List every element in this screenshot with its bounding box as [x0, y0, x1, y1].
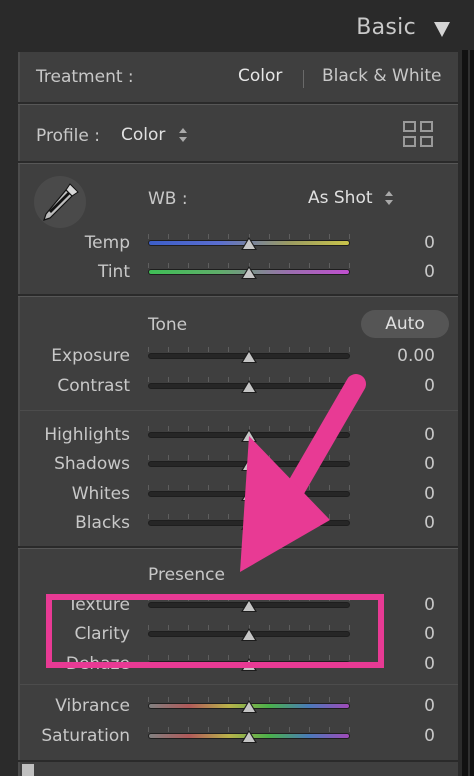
slider-label: Whites — [71, 484, 130, 504]
divider — [18, 410, 458, 411]
profile-dropdown[interactable]: Color — [121, 125, 165, 145]
slider-label: Temp — [84, 233, 130, 253]
presence-title: Presence — [148, 565, 225, 585]
divider — [18, 163, 458, 164]
slider-value[interactable]: 0 — [355, 233, 435, 253]
slider-value[interactable]: 0 — [355, 726, 435, 746]
slider-thumb-fill — [243, 460, 255, 470]
slider-value[interactable]: 0 — [355, 513, 435, 533]
slider-value[interactable]: 0 — [355, 696, 435, 716]
divider — [18, 104, 458, 105]
auto-tone-button[interactable]: Auto — [361, 310, 449, 338]
slider-thumb-fill — [243, 352, 255, 362]
divider — [18, 548, 458, 549]
treatment-color-option[interactable]: Color — [238, 66, 282, 86]
annotation-highlight-box — [46, 594, 384, 668]
treatment-label: Treatment : — [36, 67, 134, 87]
slider-thumb-fill — [243, 382, 255, 392]
wb-updown-icon[interactable] — [384, 190, 394, 206]
slider-thumb-fill — [243, 239, 255, 249]
slider-thumb-fill — [243, 431, 255, 441]
slider-label: Blacks — [75, 513, 130, 533]
profile-label: Profile : — [36, 126, 100, 146]
scrollbar-line — [468, 50, 470, 776]
profile-updown-icon[interactable] — [178, 127, 188, 143]
slider-value[interactable]: 0 — [355, 262, 435, 282]
slider-thumb-fill — [243, 732, 255, 742]
slider-label: Exposure — [51, 346, 130, 366]
wb-label: WB : — [148, 189, 188, 209]
slider-value[interactable]: 0 — [355, 376, 435, 396]
slider-value[interactable]: 0 — [355, 454, 435, 474]
slider-label: Contrast — [57, 376, 130, 396]
slider-thumb-fill — [243, 268, 255, 278]
slider-thumb-fill — [243, 490, 255, 500]
slider-thumb-fill — [243, 702, 255, 712]
slider-value[interactable]: 0 — [355, 484, 435, 504]
slider-label: Shadows — [54, 454, 130, 474]
eyedropper-icon — [43, 183, 79, 221]
divider — [18, 50, 458, 52]
slider-value[interactable]: 0 — [355, 425, 435, 445]
slider-label: Saturation — [41, 726, 130, 746]
slider-thumb-fill — [243, 519, 255, 529]
bottom-handle[interactable] — [22, 764, 34, 776]
panel-header[interactable]: Basic — [0, 0, 474, 50]
slider-label: Highlights — [44, 425, 130, 445]
panel-title: Basic — [356, 15, 416, 40]
slider-value[interactable]: 0.00 — [355, 346, 435, 366]
white-balance-selector[interactable] — [34, 176, 86, 228]
slider-label: Tint — [97, 262, 130, 282]
profile-browser-icon[interactable] — [403, 121, 435, 149]
slider-label: Vibrance — [55, 696, 130, 716]
divider — [18, 684, 458, 685]
treatment-divider — [303, 70, 304, 88]
tone-title: Tone — [148, 315, 188, 335]
collapse-triangle-icon[interactable] — [434, 22, 450, 37]
treatment-bw-option[interactable]: Black & White — [322, 66, 442, 86]
divider — [18, 760, 458, 762]
divider — [18, 296, 458, 297]
wb-dropdown[interactable]: As Shot — [308, 188, 373, 208]
